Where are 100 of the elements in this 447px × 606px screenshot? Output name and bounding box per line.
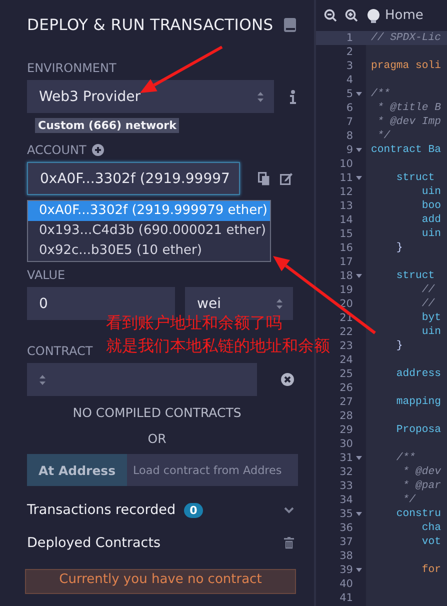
line-number: 33	[340, 480, 353, 492]
field-label: VALUE	[27, 268, 66, 282]
line-number: 1	[346, 32, 353, 44]
code-line: byt	[420, 311, 441, 325]
code-line: address	[395, 367, 441, 381]
code-line: * @dev	[402, 465, 441, 479]
code-line: boo	[420, 199, 441, 213]
fold-arrow-icon[interactable]	[356, 512, 362, 516]
line-number: 9	[346, 144, 353, 156]
fold-arrow-icon[interactable]	[356, 92, 362, 96]
home-logo-icon[interactable]	[366, 8, 381, 23]
field-label: ENVIRONMENT	[27, 61, 116, 75]
line-number: 28	[340, 410, 353, 422]
line-number: 3	[346, 60, 353, 72]
environment-select[interactable]: Web3 Provider	[27, 80, 274, 113]
book-icon[interactable]	[284, 18, 296, 32]
line-number: 35	[340, 508, 353, 520]
line-number: 22	[340, 326, 353, 338]
address-field[interactable]: Load contract from Addres	[127, 454, 298, 486]
updown-icon	[257, 90, 264, 102]
field-label: CONTRACT	[27, 344, 93, 358]
line-number: 23	[340, 340, 353, 352]
code-line: // SPDX-Lic	[371, 31, 441, 45]
code-line: * @dev Imp	[376, 115, 441, 129]
line-number: 26	[340, 382, 353, 394]
annotation-text: 就是我们本地私链的地址和余额	[106, 335, 330, 357]
fold-arrow-icon[interactable]	[356, 568, 362, 572]
empty-message: NO COMPILED CONTRACTS	[72, 405, 242, 420]
line-number: 10	[340, 158, 353, 170]
field-label: ACCOUNT	[27, 143, 86, 157]
line-number: 8	[346, 130, 353, 142]
line-number: 30	[340, 438, 353, 450]
home-tab[interactable]: Home	[385, 8, 424, 23]
zoom-out-icon[interactable]	[324, 9, 337, 22]
line-number: 15	[340, 228, 353, 240]
code-line: mapping	[395, 395, 441, 409]
fold-arrow-icon[interactable]	[356, 456, 362, 460]
line-number: 25	[340, 368, 353, 380]
line-number: 37	[340, 536, 353, 548]
code-line: Proposa	[395, 423, 441, 437]
code-line: struct	[395, 269, 435, 283]
line-number: 5	[346, 88, 353, 100]
clear-icon[interactable]	[281, 373, 294, 386]
code-line: uin	[420, 325, 441, 339]
account-option[interactable]: 0xA0F...3302f (2919.999979 ether)	[28, 201, 270, 221]
plus-icon[interactable]	[92, 144, 104, 156]
code-line: for	[420, 563, 441, 577]
line-number: 39	[340, 564, 353, 576]
copy-icon[interactable]	[258, 172, 270, 186]
line-number: 38	[340, 550, 353, 562]
code-line: //	[420, 283, 435, 297]
line-number: 40	[340, 578, 353, 590]
section-title[interactable]: Transactions recorded	[27, 502, 176, 518]
info-icon[interactable]	[290, 90, 296, 104]
code-line: */	[376, 129, 390, 143]
line-number: 16	[340, 242, 353, 254]
code-line: cha	[420, 521, 441, 535]
zoom-in-icon[interactable]	[345, 9, 358, 22]
fold-arrow-icon[interactable]	[356, 274, 362, 278]
line-number: 14	[340, 214, 353, 226]
updown-icon	[39, 374, 46, 386]
fold-arrow-icon[interactable]	[356, 148, 362, 152]
line-number: 32	[340, 466, 353, 478]
edit-icon[interactable]	[280, 172, 293, 185]
code-line: * @par	[402, 479, 441, 493]
code-line: }	[395, 339, 403, 353]
account-option[interactable]: 0x193...C4d3b (690.000021 ether)	[28, 221, 270, 241]
code-line: * @title B	[376, 101, 441, 115]
count-badge: 0	[184, 502, 204, 518]
line-number: 31	[340, 452, 353, 464]
account-option[interactable]: 0x92c...b30E5 (10 ether)	[28, 241, 270, 261]
section-title: Deployed Contracts	[27, 535, 161, 551]
line-number: 4	[346, 74, 353, 86]
code-line: uin	[420, 227, 441, 241]
line-number: 41	[340, 592, 353, 604]
code-line: contract Ba	[371, 143, 441, 157]
line-number: 18	[340, 270, 353, 282]
line-number: 34	[340, 494, 353, 506]
line-number: 29	[340, 424, 353, 436]
notice: Currently you have no contract	[25, 569, 296, 594]
account-select[interactable]: 0xA0F...3302f (2919.99997	[27, 162, 240, 195]
code-line: /**	[395, 451, 416, 465]
code-line: pragma soli	[371, 59, 441, 73]
panel-title: DEPLOY & RUN TRANSACTIONS	[27, 16, 274, 34]
network-badge: Custom (666) network	[35, 118, 180, 133]
code-line: /**	[371, 87, 390, 101]
line-number: 11	[340, 172, 353, 184]
chevron-down-icon[interactable]	[284, 506, 294, 514]
code-line: vot	[420, 535, 441, 549]
line-number: 17	[340, 256, 353, 268]
at-address-button[interactable]: At Address	[27, 454, 127, 486]
line-number: 19	[340, 284, 353, 296]
fold-arrow-icon[interactable]	[356, 176, 362, 180]
trash-icon[interactable]	[284, 537, 294, 549]
code-line: struct	[395, 171, 435, 185]
code-line: add	[420, 213, 441, 227]
line-number: 36	[340, 522, 353, 534]
line-number: 7	[346, 116, 353, 128]
line-number: 6	[346, 102, 353, 114]
code-line: */	[402, 493, 416, 507]
